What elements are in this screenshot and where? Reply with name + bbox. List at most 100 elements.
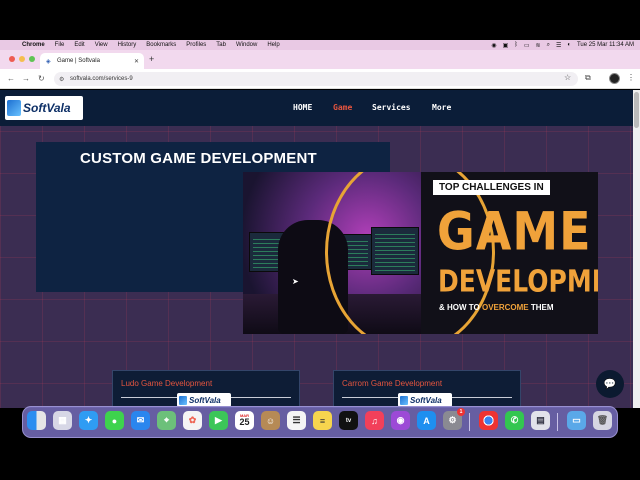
settings-badge: 1 xyxy=(457,408,465,416)
trash-icon[interactable]: 🗑 xyxy=(593,411,612,430)
browser-tab[interactable]: ◈ Game | Softvala ✕ xyxy=(40,53,144,69)
reload-icon[interactable]: ↻ xyxy=(38,74,45,83)
banner-sub-emph: OVERCOME xyxy=(481,303,529,312)
tv-icon[interactable]: tv xyxy=(339,411,358,430)
photos-icon[interactable]: ✿ xyxy=(183,411,202,430)
card-logo: SoftVala xyxy=(177,393,231,407)
maps-icon[interactable]: ⌖ xyxy=(157,411,176,430)
menu-app-name[interactable]: Chrome xyxy=(22,42,45,48)
search-icon[interactable]: ⌕ xyxy=(547,42,550,49)
nav-home[interactable]: HOME xyxy=(293,103,312,112)
chrome-icon[interactable] xyxy=(479,411,498,430)
card-logo-text: SoftVala xyxy=(410,395,442,405)
reminders-icon[interactable]: ☰ xyxy=(287,411,306,430)
new-tab-button[interactable]: + xyxy=(149,54,154,64)
address-bar[interactable]: ⚙ softvala.com/services-9 xyxy=(54,72,578,86)
contacts-icon[interactable]: ☺ xyxy=(261,411,280,430)
menu-file[interactable]: File xyxy=(55,42,65,48)
nav-more[interactable]: More xyxy=(432,103,451,112)
screen: Chrome File Edit View History Bookmarks … xyxy=(0,0,640,480)
safari-icon[interactable]: ✦ xyxy=(79,411,98,430)
settings-icon[interactable]: ⚙ 1 xyxy=(443,408,465,430)
record-icon[interactable]: ◉ xyxy=(491,42,496,49)
browser-menu-icon[interactable]: ⋮ xyxy=(627,73,635,82)
menu-help[interactable]: Help xyxy=(267,42,279,48)
softvala-logo-icon xyxy=(7,100,21,116)
browser-toolbar: ← → ↻ ⚙ softvala.com/services-9 ☆ ⧉ ⋮ xyxy=(0,69,640,89)
control-center-icon[interactable]: ☰ xyxy=(556,42,561,49)
screen-icon[interactable]: ▣ xyxy=(503,42,509,49)
menubar-clock[interactable]: Tue 25 Mar 11:34 AM xyxy=(577,42,634,48)
banner-big-line-2: DEVELOPMENT xyxy=(438,264,598,299)
forward-icon[interactable]: → xyxy=(22,74,30,83)
finder-icon[interactable] xyxy=(27,411,46,430)
menu-history[interactable]: History xyxy=(118,42,137,48)
chat-icon: 💬 xyxy=(603,378,617,390)
menu-edit[interactable]: Edit xyxy=(74,42,84,48)
card-title[interactable]: Ludo Game Development xyxy=(121,379,212,388)
minimize-window-button[interactable] xyxy=(19,56,25,62)
hero-title: CUSTOM GAME DEVELOPMENT xyxy=(80,150,317,167)
browser-tab-bar: ◈ Game | Softvala ✕ + xyxy=(0,50,640,69)
profile-avatar[interactable] xyxy=(609,73,620,84)
banner-big-line-1: GAME xyxy=(437,200,592,263)
podcasts-icon[interactable]: ◉ xyxy=(391,411,410,430)
scrollbar-thumb[interactable] xyxy=(634,92,639,128)
url-text: softvala.com/services-9 xyxy=(70,76,133,82)
banner-top-emph: CHALLENGES xyxy=(461,182,531,193)
softvala-favicon-icon: ◈ xyxy=(46,59,51,65)
service-card-carrom[interactable]: Carrom Game Development SoftVala xyxy=(333,370,521,408)
nav-services[interactable]: Services xyxy=(372,103,411,112)
calendar-day: 25 xyxy=(239,417,250,427)
folder-icon[interactable]: ▭ xyxy=(567,411,586,430)
close-window-button[interactable] xyxy=(9,56,15,62)
chat-widget-button[interactable]: 💬 xyxy=(596,370,624,398)
menu-bookmarks[interactable]: Bookmarks xyxy=(146,42,176,48)
banner-top-prefix: TOP xyxy=(439,182,462,193)
logo-text: SoftVala xyxy=(23,101,71,115)
macos-menubar: Chrome File Edit View History Bookmarks … xyxy=(0,40,640,50)
site-logo[interactable]: SoftVala xyxy=(5,96,83,120)
mail-icon[interactable]: ✉ xyxy=(131,411,150,430)
card-logo-text: SoftVala xyxy=(189,395,221,405)
whatsapp-icon[interactable]: ✆ xyxy=(505,411,524,430)
bluetooth-icon[interactable]: ᛒ xyxy=(514,42,518,48)
back-icon[interactable]: ← xyxy=(7,74,15,83)
siri-icon[interactable]: ◐ xyxy=(567,42,571,48)
launchpad-icon[interactable]: ▦ xyxy=(53,411,72,430)
preview-icon[interactable]: ▤ xyxy=(531,411,550,430)
tab-title: Game | Softvala xyxy=(57,58,100,64)
battery-icon[interactable]: ▭ xyxy=(524,42,530,49)
music-icon[interactable]: ♫ xyxy=(365,411,384,430)
bookmark-star-icon[interactable]: ☆ xyxy=(564,73,571,82)
dock-divider xyxy=(557,413,558,431)
facetime-icon[interactable]: ▶ xyxy=(209,411,228,430)
menu-tab[interactable]: Tab xyxy=(216,42,226,48)
zoom-window-button[interactable] xyxy=(29,56,35,62)
messages-icon[interactable]: ● xyxy=(105,411,124,430)
close-tab-icon[interactable]: ✕ xyxy=(134,58,139,65)
extensions-icon[interactable]: ⧉ xyxy=(585,73,591,83)
calendar-icon[interactable]: MAR 25 xyxy=(235,411,254,430)
mouse-cursor-icon: ➤ xyxy=(292,277,299,286)
menubar-status-area: ◉ ▣ ᛒ ▭ ≋ ⌕ ☰ ◐ Tue 25 Mar 11:34 AM xyxy=(491,40,634,50)
tv-label: tv xyxy=(345,417,352,424)
card-title[interactable]: Carrom Game Development xyxy=(342,379,442,388)
nav-game[interactable]: Game xyxy=(333,103,352,112)
menu-profiles[interactable]: Profiles xyxy=(186,42,206,48)
menu-window[interactable]: Window xyxy=(236,42,257,48)
banner-top-suffix: IN xyxy=(530,182,544,193)
notes-icon[interactable]: ≡ xyxy=(313,411,332,430)
web-page: SoftVala HOME Game Services More CUSTOM … xyxy=(0,90,633,408)
site-info-icon[interactable]: ⚙ xyxy=(59,76,64,83)
appstore-icon[interactable]: A xyxy=(417,411,436,430)
banner-sub-suffix: THEM xyxy=(528,303,554,312)
wifi-icon[interactable]: ≋ xyxy=(536,42,541,49)
card-logo: SoftVala xyxy=(398,393,452,407)
dock-divider xyxy=(469,413,470,431)
page-scrollbar[interactable] xyxy=(633,90,640,408)
menu-view[interactable]: View xyxy=(95,42,108,48)
service-card-ludo[interactable]: Ludo Game Development SoftVala xyxy=(112,370,300,408)
site-header: SoftVala HOME Game Services More xyxy=(0,90,633,126)
banner-subline: & HOW TO OVERCOME THEM xyxy=(439,303,554,312)
